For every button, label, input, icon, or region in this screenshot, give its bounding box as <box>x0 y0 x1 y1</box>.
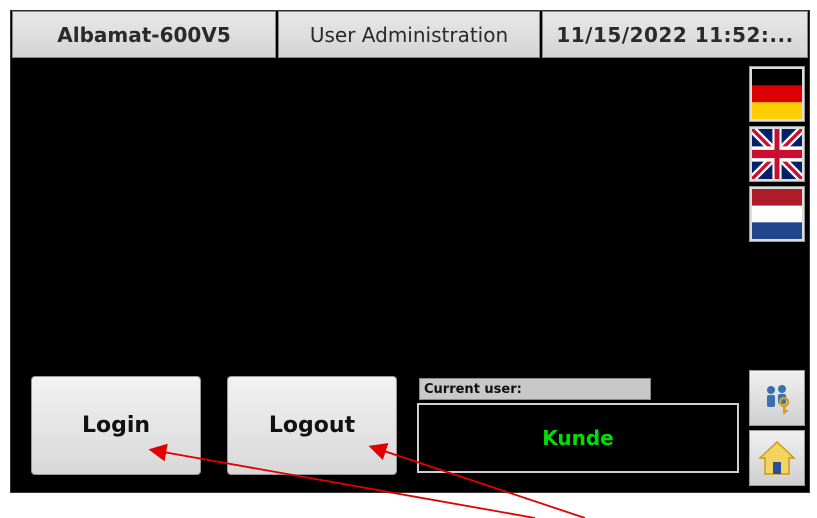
current-user-value: Kunde <box>542 426 614 450</box>
logout-button[interactable]: Logout <box>227 376 397 475</box>
login-button[interactable]: Login <box>31 376 201 475</box>
tab-user-administration[interactable]: User Administration <box>278 11 540 58</box>
user-management-button[interactable] <box>749 370 805 426</box>
netherlands-flag-icon[interactable] <box>749 186 805 242</box>
current-user-display: Kunde <box>417 403 739 473</box>
tab-datetime: 11/15/2022 11:52:... <box>542 11 808 58</box>
users-key-icon <box>767 385 790 414</box>
germany-flag-icon[interactable] <box>749 66 805 122</box>
tab-app-name[interactable]: Albamat-600V5 <box>12 11 276 58</box>
uk-flag-icon[interactable] <box>749 126 805 182</box>
home-button[interactable] <box>749 430 805 486</box>
home-icon <box>758 440 796 475</box>
current-user-label: Current user: <box>419 378 651 400</box>
